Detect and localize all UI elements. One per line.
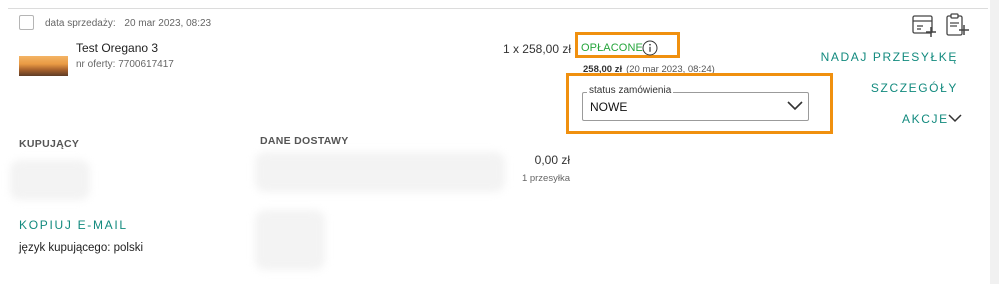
chevron-down-icon[interactable] [786,100,804,112]
redacted-buyer-info [10,160,90,200]
chevron-down-icon[interactable] [947,113,963,124]
details-link[interactable]: SZCZEGÓŁY [871,81,958,95]
redacted-delivery-address [255,152,505,192]
calendar-add-icon[interactable] [911,12,937,38]
sale-date-value: 20 mar 2023, 08:23 [124,18,212,29]
package-count: 1 przesyłka [521,173,570,184]
buyer-section-title: KUPUJĄCY [19,138,80,150]
copy-email-link[interactable]: KOPIUJ E-MAIL [19,218,128,232]
shipping-cost: 0,00 zł [534,153,570,167]
delivery-section-title: DANE DOSTAWY [260,135,349,147]
sale-date: data sprzedaży: 20 mar 2023, 08:23 [45,18,211,29]
send-shipment-link[interactable]: NADAJ PRZESYŁKĘ [821,50,958,64]
scrollbar-track[interactable] [990,0,999,284]
redacted-delivery-contact [255,210,325,270]
sale-date-label: data sprzedaży: [45,18,116,29]
order-status-value[interactable]: NOWE [590,100,627,114]
payment-status-badge: OPŁACONE [581,42,643,54]
clipboard-add-icon[interactable] [944,12,970,38]
product-thumbnail[interactable] [19,56,68,76]
info-icon[interactable] [642,40,658,56]
order-select-checkbox[interactable] [19,15,34,30]
order-status-label: status zamówienia [587,85,674,96]
buyer-language: język kupującego: polski [19,242,144,254]
quantity-price: 1 x 258,00 zł [502,42,571,56]
top-divider [8,8,988,9]
actions-menu-link[interactable]: AKCJE [902,112,949,126]
offer-number: nr oferty: 7700617417 [76,59,174,70]
product-name[interactable]: Test Oregano 3 [76,41,158,55]
